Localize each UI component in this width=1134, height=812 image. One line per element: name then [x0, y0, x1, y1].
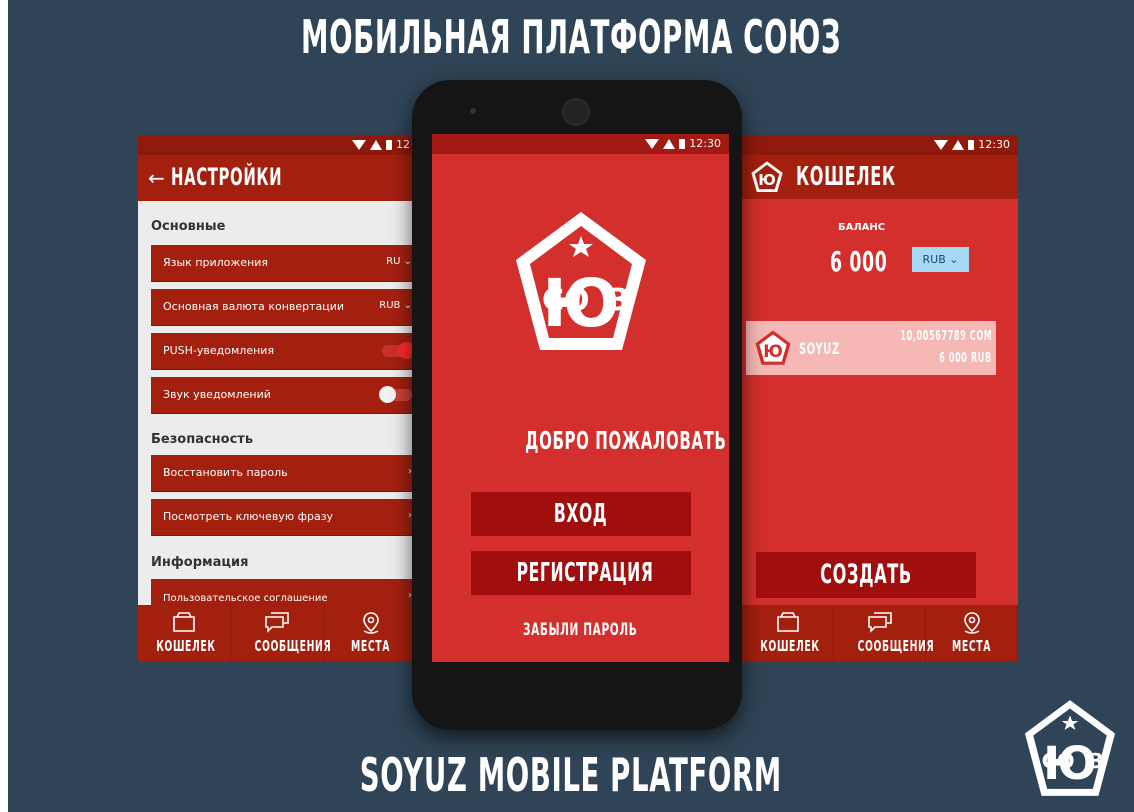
language-value: RU ⌄: [386, 256, 412, 267]
settings-row-language[interactable]: Язык приложения RU ⌄: [151, 245, 418, 282]
location-pin-icon: [363, 612, 379, 634]
currency-value: RUB ⌄: [379, 300, 412, 311]
section-heading-security: Безопасность: [151, 432, 254, 447]
soyuz-logo: СО Ю З: [516, 212, 646, 350]
camera-dot: [470, 108, 476, 114]
settings-title: НАСТРОЙКИ: [170, 163, 283, 191]
status-time: 12:30: [978, 138, 1010, 151]
battery-icon: [679, 138, 686, 149]
row-label: Основная валюта конвертации: [163, 300, 345, 313]
chat-icon: [265, 612, 290, 633]
welcome-heading: ДОБРО ПОЖАЛОВАТЬ В СОЮЗ: [525, 426, 729, 455]
wallet-card-amount-rub: 6 000 RUB: [939, 351, 992, 366]
sound-toggle[interactable]: [379, 386, 412, 403]
tab-wallet[interactable]: КОШЕЛЕК: [138, 605, 232, 661]
section-heading-info: Информация: [151, 555, 249, 570]
promo-title-en: SOYUZ MOBILE PLATFORM: [359, 748, 783, 802]
svg-text:З: З: [608, 283, 629, 318]
status-bar: 12:30: [742, 135, 1018, 155]
speaker-grille: [562, 98, 590, 126]
signal-icon: [952, 139, 965, 150]
wallet-title: КОШЕЛЕК: [796, 162, 896, 192]
svg-text:Ю: Ю: [758, 171, 776, 189]
section-heading-general: Основные: [151, 219, 226, 234]
create-wallet-button[interactable]: СОЗДАТЬ КОШЕЛЕК: [756, 552, 976, 636]
wifi-icon: [645, 138, 660, 149]
wifi-icon: [352, 139, 366, 150]
soyuz-logo-icon: Ю: [751, 161, 783, 192]
wallet-card-soyuz[interactable]: Ю SOYUZ 10,00567789 COM 6 000 RUB: [746, 321, 996, 375]
forgot-password-link[interactable]: ЗАБЫЛИ ПАРОЛЬ: [432, 620, 729, 640]
phone-device: 12:30 СО Ю З ДОБРО ПОЖАЛОВАТЬ В СОЮЗ ВХО…: [412, 80, 742, 730]
location-pin-icon: [963, 612, 980, 634]
wifi-icon: [934, 139, 949, 150]
status-time: 12:30: [689, 137, 721, 150]
row-label: Восстановить пароль: [163, 466, 288, 479]
tab-messages[interactable]: СООБЩЕНИЯ: [231, 605, 331, 661]
balance-label: БАЛАНС: [838, 222, 886, 233]
svg-text:Ю: Ю: [763, 341, 783, 361]
row-label: PUSH-уведомления: [163, 344, 275, 357]
settings-row-sound[interactable]: Звук уведомлений: [151, 377, 418, 414]
signal-icon: [663, 138, 676, 149]
status-icons: 12: [352, 138, 410, 151]
currency-select[interactable]: RUB ⌄: [912, 247, 969, 272]
chevron-down-icon: ⌄: [403, 256, 412, 267]
settings-row-restore-password[interactable]: Восстановить пароль ›: [151, 455, 418, 492]
settings-row-currency[interactable]: Основная валюта конвертации RUB ⌄: [151, 289, 418, 326]
push-toggle[interactable]: [382, 342, 415, 359]
wallet-icon: [173, 612, 195, 632]
status-bar: 12: [138, 135, 418, 155]
balance-value: 6 000: [830, 245, 888, 278]
wallet-card-amount-com: 10,00567789 COM: [899, 329, 992, 344]
tab-messages[interactable]: СООБЩЕНИЯ: [834, 605, 934, 661]
register-button[interactable]: РЕГИСТРАЦИЯ: [471, 551, 691, 595]
promo-title-ru: МОБИЛЬНАЯ ПЛАТФОРМА СОЮЗ: [300, 10, 842, 64]
settings-row-keyphrase[interactable]: Посмотреть ключевую фразу ›: [151, 499, 418, 536]
chevron-down-icon: ⌄: [949, 253, 959, 266]
status-bar: 12:30: [432, 134, 729, 154]
chevron-down-icon: ⌄: [403, 300, 412, 311]
status-icons: 12:30: [645, 137, 721, 150]
settings-screen: 12 ← НАСТРОЙКИ Основные Язык приложения R…: [138, 135, 418, 661]
bottom-tab-bar: КОШЕЛЕК СООБЩЕНИЯ МЕСТА: [742, 605, 1018, 661]
chat-icon: [867, 612, 892, 633]
wallet-app-bar: Ю КОШЕЛЕК: [742, 155, 1018, 199]
settings-row-push[interactable]: PUSH-уведомления: [151, 333, 418, 370]
promo-canvas: МОБИЛЬНАЯ ПЛАТФОРМА СОЮЗ 12 ← НАСТРОЙКИ О…: [8, 0, 1134, 812]
battery-icon: [386, 139, 392, 150]
login-button[interactable]: ВХОД: [471, 492, 691, 536]
bottom-tab-bar: КОШЕЛЕК СООБЩЕНИЯ МЕСТА: [138, 605, 418, 661]
soyuz-corner-logo: СО Ю З: [1024, 700, 1116, 796]
wallet-icon: [776, 612, 799, 632]
soyuz-logo-icon: Ю: [755, 330, 791, 365]
welcome-screen: 12:30 СО Ю З ДОБРО ПОЖАЛОВАТЬ В СОЮЗ ВХО…: [432, 134, 729, 662]
row-label: Звук уведомлений: [163, 388, 271, 401]
tab-wallet[interactable]: КОШЕЛЕК: [742, 605, 834, 661]
row-label: Посмотреть ключевую фразу: [163, 510, 334, 523]
battery-icon: [968, 139, 975, 150]
back-arrow-icon[interactable]: ←: [148, 166, 165, 190]
wallet-screen: 12:30 Ю КОШЕЛЕК БАЛАНС 6 000 RUB ⌄ Ю SOY…: [742, 135, 1018, 661]
signal-icon: [370, 139, 382, 150]
settings-app-bar: ← НАСТРОЙКИ: [138, 155, 418, 201]
status-icons: 12:30: [934, 138, 1010, 151]
svg-text:З: З: [1089, 749, 1104, 773]
row-label: Язык приложения: [163, 256, 269, 269]
tab-places[interactable]: МЕСТА: [926, 605, 1018, 661]
tab-places[interactable]: МЕСТА: [325, 605, 418, 661]
row-label: Пользовательское соглашение: [163, 593, 328, 604]
status-time: 12: [396, 138, 410, 151]
